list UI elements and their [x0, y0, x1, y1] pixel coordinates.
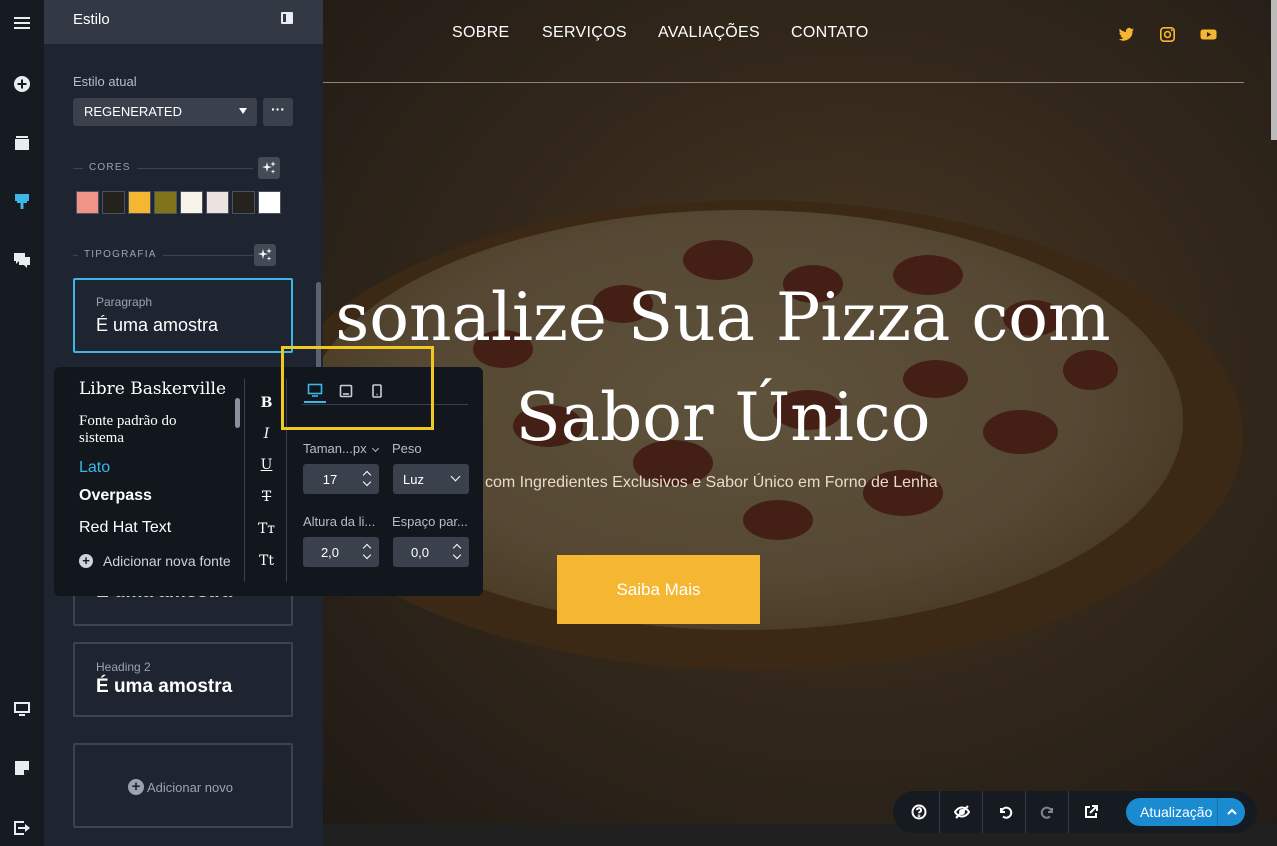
font-size-value: 17 — [322, 472, 338, 487]
panel-header: Estilo — [44, 0, 323, 44]
font-list: Libre Baskerville Fonte padrão do sistem… — [54, 367, 244, 596]
youtube-icon[interactable] — [1200, 26, 1217, 43]
font-option-libre-baskerville[interactable]: Libre Baskerville — [79, 379, 226, 399]
undo-icon[interactable] — [984, 791, 1026, 833]
nav-avaliacoes[interactable]: AVALIAÇÕES — [658, 24, 760, 42]
card-sample: É uma amostra — [96, 315, 219, 335]
current-style-label: Estilo atual — [73, 74, 137, 89]
typography-magic-button[interactable] — [254, 244, 276, 266]
saiba-mais-button[interactable]: Saiba Mais — [557, 555, 760, 624]
capitalize-button[interactable]: Tт — [245, 521, 288, 537]
color-swatch[interactable] — [128, 191, 151, 214]
style-more-button[interactable]: ··· — [263, 98, 293, 126]
chevron-down-icon — [450, 471, 461, 482]
nav-divider — [323, 82, 1244, 83]
color-swatch[interactable] — [154, 191, 177, 214]
font-option-red-hat-text[interactable]: Red Hat Text — [79, 519, 171, 537]
help-icon[interactable] — [898, 791, 940, 833]
font-size-label: Taman...px — [303, 441, 367, 456]
letter-spacing-input[interactable]: 0,0 — [393, 537, 469, 567]
color-swatch[interactable] — [102, 191, 125, 214]
font-option-lato[interactable]: Lato — [79, 459, 110, 477]
preview-scrollbar[interactable] — [1271, 0, 1277, 140]
colors-label: CORES — [83, 162, 137, 173]
plus-icon: + — [79, 554, 93, 568]
font-option-system-default[interactable]: Fonte padrão do sistema — [79, 413, 219, 447]
color-swatch[interactable] — [232, 191, 255, 214]
small-caps-button[interactable]: Tt — [245, 553, 288, 569]
add-font-button[interactable]: + Adicionar nova fonte — [79, 553, 231, 569]
exit-icon[interactable] — [8, 814, 36, 842]
menu-icon[interactable] — [8, 9, 36, 37]
chevron-down-icon[interactable] — [371, 444, 380, 453]
card-sample: É uma amostra — [96, 676, 233, 697]
panel-title: Estilo — [73, 11, 110, 28]
stepper-icon[interactable] — [363, 543, 371, 561]
sparkle-icon — [258, 248, 272, 261]
update-label: Atualização — [1140, 804, 1213, 820]
font-option-overpass[interactable]: Overpass — [79, 487, 152, 505]
left-rail — [0, 0, 44, 846]
current-style-select[interactable]: REGENERATED — [73, 98, 257, 126]
style-brush-icon[interactable] — [8, 187, 36, 215]
color-swatch[interactable] — [206, 191, 229, 214]
hero-subtitle: com Ingredientes Exclusivos e Sabor Únic… — [485, 474, 938, 491]
caret-down-icon — [239, 108, 247, 114]
add-typography-card[interactable]: + Adicionar novo — [73, 743, 293, 828]
strikethrough-button[interactable]: T — [245, 489, 288, 505]
stepper-icon[interactable] — [453, 543, 461, 561]
font-weight-select[interactable]: Luz — [393, 464, 469, 494]
sparkle-icon — [262, 161, 276, 174]
open-external-icon[interactable] — [1070, 791, 1112, 833]
nav-sobre[interactable]: SOBRE — [452, 24, 510, 42]
card-label: Paragraph — [96, 295, 153, 309]
page-settings-icon[interactable] — [8, 754, 36, 782]
hero-title-line-1: sonalize Sua Pizza com — [335, 279, 1111, 356]
typography-label: TIPOGRAFIA — [78, 249, 163, 260]
typography-card-heading2[interactable]: Heading 2 É uma amostra — [73, 642, 293, 717]
letter-spacing-value: 0,0 — [410, 545, 430, 560]
line-height-label: Altura da li... — [303, 514, 376, 529]
add-new-label: Adicionar novo — [147, 779, 233, 795]
line-height-input[interactable]: 2,0 — [303, 537, 379, 567]
add-font-label: Adicionar nova fonte — [103, 553, 231, 569]
color-swatches — [76, 191, 284, 214]
color-swatch[interactable] — [180, 191, 203, 214]
color-swatch[interactable] — [258, 191, 281, 214]
current-style-value: REGENERATED — [84, 104, 182, 119]
update-button[interactable]: Atualização — [1126, 798, 1245, 826]
typography-card-paragraph[interactable]: Paragraph É uma amostra — [73, 278, 293, 353]
twitter-icon[interactable] — [1118, 26, 1135, 43]
colors-magic-button[interactable] — [258, 157, 280, 179]
pages-icon[interactable] — [8, 129, 36, 157]
chevron-up-icon[interactable] — [1217, 798, 1245, 826]
nav-servicos[interactable]: SERVIÇOS — [542, 24, 627, 42]
card-label: Heading 2 — [96, 660, 151, 674]
line-height-value: 2,0 — [320, 545, 340, 560]
hide-icon[interactable] — [941, 791, 983, 833]
underline-button[interactable]: U — [245, 457, 288, 473]
redo-icon[interactable] — [1027, 791, 1069, 833]
desktop-preview-icon[interactable] — [8, 695, 36, 723]
site-nav: SOBRE SERVIÇOS AVALIAÇÕES CONTATO — [323, 0, 1277, 82]
nav-contato[interactable]: CONTATO — [791, 24, 869, 42]
letter-spacing-label: Espaço par... — [392, 514, 468, 529]
color-swatch[interactable] — [76, 191, 99, 214]
font-weight-label: Peso — [392, 441, 422, 456]
plus-icon: + — [128, 779, 144, 795]
stepper-icon[interactable] — [363, 470, 371, 488]
panel-collapse-icon[interactable] — [281, 12, 293, 24]
add-element-icon[interactable] — [8, 70, 36, 98]
font-size-input[interactable]: 17 — [303, 464, 379, 494]
font-list-scrollbar[interactable] — [235, 398, 240, 428]
comments-icon[interactable] — [8, 246, 36, 274]
bottom-toolbar: Atualização — [893, 791, 1257, 833]
font-weight-value: Luz — [403, 472, 424, 487]
instagram-icon[interactable] — [1159, 26, 1176, 43]
device-tabs-highlight — [281, 346, 434, 430]
